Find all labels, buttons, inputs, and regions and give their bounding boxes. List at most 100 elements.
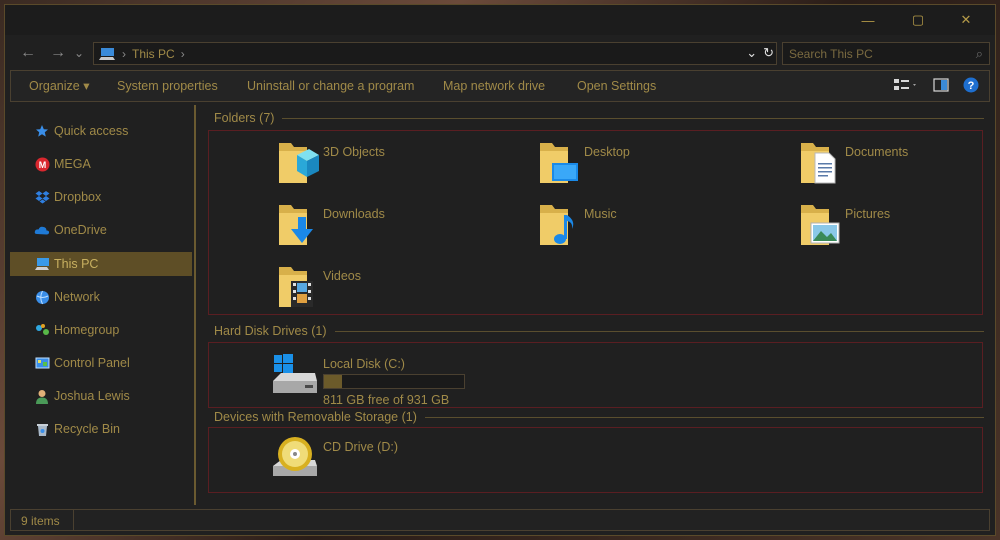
- folder-videos[interactable]: Videos: [277, 263, 527, 321]
- onedrive-icon: [34, 222, 50, 238]
- pictures-folder-icon: [801, 205, 840, 245]
- folder-music[interactable]: Music: [538, 201, 788, 259]
- open-settings-button[interactable]: Open Settings: [577, 71, 656, 101]
- folder-label: Music: [584, 207, 617, 221]
- svg-text:M: M: [38, 160, 46, 170]
- sidebar-item-label: Joshua Lewis: [54, 389, 130, 403]
- map-network-drive-button[interactable]: Map network drive: [443, 71, 545, 101]
- sidebar-item-label: Quick access: [54, 124, 129, 138]
- system-properties-button[interactable]: System properties: [117, 71, 218, 101]
- address-row: ← → ⌄ › This PC › ⌄ ↻ ⌕: [5, 38, 995, 68]
- group-divider: [424, 416, 984, 418]
- content-pane: Folders (7) 3D Objects Desktop Documents…: [198, 105, 993, 505]
- drive-cd-d[interactable]: CD Drive (D:): [271, 434, 531, 492]
- hard-disk-icon: [273, 354, 317, 393]
- help-icon[interactable]: ?: [963, 77, 979, 93]
- control-panel-icon: [34, 355, 50, 371]
- sidebar-item-label: This PC: [54, 257, 99, 271]
- recent-locations-button[interactable]: ⌄: [71, 42, 87, 64]
- address-bar[interactable]: › This PC › ⌄ ↻: [93, 42, 777, 65]
- folder-pictures[interactable]: Pictures: [799, 201, 1000, 259]
- search-input[interactable]: [783, 46, 963, 61]
- folder-label: Pictures: [845, 207, 891, 221]
- removable-storage-group: CD Drive (D:): [208, 427, 983, 493]
- sidebar-item-label: Network: [54, 290, 100, 304]
- folder-desktop[interactable]: Desktop: [538, 139, 788, 197]
- sidebar-item-label: Control Panel: [54, 356, 130, 370]
- address-dropdown-button[interactable]: ⌄: [746, 45, 757, 61]
- maximize-button[interactable]: ▢: [895, 5, 941, 35]
- folder-downloads[interactable]: Downloads: [277, 201, 527, 259]
- group-title: Devices with Removable Storage (1): [214, 410, 417, 424]
- sidebar-item-control-panel[interactable]: Control Panel: [10, 351, 192, 375]
- status-bar: 9 items: [10, 509, 990, 531]
- breadcrumb-separator-icon: ›: [122, 46, 126, 61]
- sidebar-item-this-pc[interactable]: This PC: [10, 252, 192, 276]
- pane-splitter[interactable]: [194, 105, 196, 505]
- status-divider: [73, 510, 74, 530]
- group-header-folders[interactable]: Folders (7): [214, 111, 984, 125]
- back-button[interactable]: ←: [15, 42, 41, 64]
- close-button[interactable]: ✕: [943, 5, 989, 35]
- folder-label: Documents: [845, 145, 909, 159]
- search-box[interactable]: ⌕: [782, 42, 990, 65]
- sidebar-item-dropbox[interactable]: Dropbox: [10, 185, 192, 209]
- drive-label: Local Disk (C:): [323, 357, 405, 371]
- sidebar-item-label: OneDrive: [54, 223, 107, 237]
- folder-documents[interactable]: Documents: [799, 139, 1000, 197]
- search-icon[interactable]: ⌕: [976, 46, 983, 62]
- sidebar-item-homegroup[interactable]: Homegroup: [10, 318, 192, 342]
- sidebar-item-label: MEGA: [54, 157, 91, 171]
- svg-text:?: ?: [968, 80, 975, 92]
- star-icon: [34, 123, 50, 139]
- pc-icon: [34, 256, 50, 272]
- minimize-button[interactable]: —: [845, 5, 891, 35]
- sidebar-item-joshua-lewis[interactable]: Joshua Lewis: [10, 384, 192, 408]
- drive-local-disk-c[interactable]: Local Disk (C:) 811 GB free of 931 GB: [271, 351, 531, 409]
- preview-pane-icon[interactable]: [933, 78, 949, 92]
- sidebar-item-quick-access[interactable]: Quick access: [10, 119, 192, 143]
- videos-folder-icon: [279, 267, 313, 307]
- organize-button[interactable]: Organize ▾: [29, 71, 89, 101]
- sidebar-item-label: Dropbox: [54, 190, 102, 204]
- documents-folder-icon: [801, 143, 836, 184]
- change-view-icon[interactable]: [893, 77, 919, 93]
- drive-free-space: 811 GB free of 931 GB: [323, 393, 450, 407]
- sidebar-item-mega[interactable]: M MEGA: [10, 152, 192, 176]
- drive-usage-bar: [323, 374, 465, 389]
- sidebar-item-label: Homegroup: [54, 323, 120, 337]
- item-count: 9 items: [21, 514, 60, 528]
- desktop-folder-icon: [540, 143, 578, 183]
- mega-icon: M: [34, 156, 50, 172]
- title-bar: — ▢ ✕: [5, 5, 995, 35]
- cd-drive-icon: [273, 437, 317, 476]
- uninstall-program-button[interactable]: Uninstall or change a program: [247, 71, 414, 101]
- sidebar-item-onedrive[interactable]: OneDrive: [10, 218, 192, 242]
- dropbox-icon: [34, 189, 50, 205]
- folder-label: 3D Objects: [323, 145, 385, 159]
- sidebar-item-recycle-bin[interactable]: Recycle Bin: [10, 417, 192, 441]
- folder-3d-objects[interactable]: 3D Objects: [277, 139, 527, 197]
- group-header-removable-storage[interactable]: Devices with Removable Storage (1): [214, 410, 984, 424]
- forward-button[interactable]: →: [45, 42, 71, 64]
- navigation-pane: Quick access M MEGA Dropbox OneDrive Thi…: [5, 105, 194, 503]
- sidebar-item-label: Recycle Bin: [54, 422, 120, 436]
- drive-label: CD Drive (D:): [323, 440, 398, 454]
- hard-disk-drives-group: Local Disk (C:) 811 GB free of 931 GB: [208, 342, 983, 408]
- breadcrumb-chevron-icon[interactable]: ›: [181, 47, 185, 61]
- refresh-button[interactable]: ↻: [763, 45, 774, 61]
- folder-label: Desktop: [584, 145, 630, 159]
- music-folder-icon: [540, 205, 574, 245]
- folder-label: Videos: [323, 269, 361, 283]
- group-header-hard-disk-drives[interactable]: Hard Disk Drives (1): [214, 324, 984, 338]
- network-icon: [34, 289, 50, 305]
- breadcrumb-this-pc[interactable]: This PC: [132, 47, 175, 61]
- group-divider: [282, 117, 984, 119]
- folder-label: Downloads: [323, 207, 385, 221]
- drive-usage-fill: [324, 375, 343, 388]
- sidebar-item-network[interactable]: Network: [10, 285, 192, 309]
- recycle-bin-icon: [34, 421, 50, 437]
- 3d-objects-folder-icon: [279, 143, 319, 183]
- group-title: Hard Disk Drives (1): [214, 324, 327, 338]
- explorer-window: — ▢ ✕ ← → ⌄ › This PC › ⌄ ↻ ⌕ Organize ▾: [4, 4, 996, 536]
